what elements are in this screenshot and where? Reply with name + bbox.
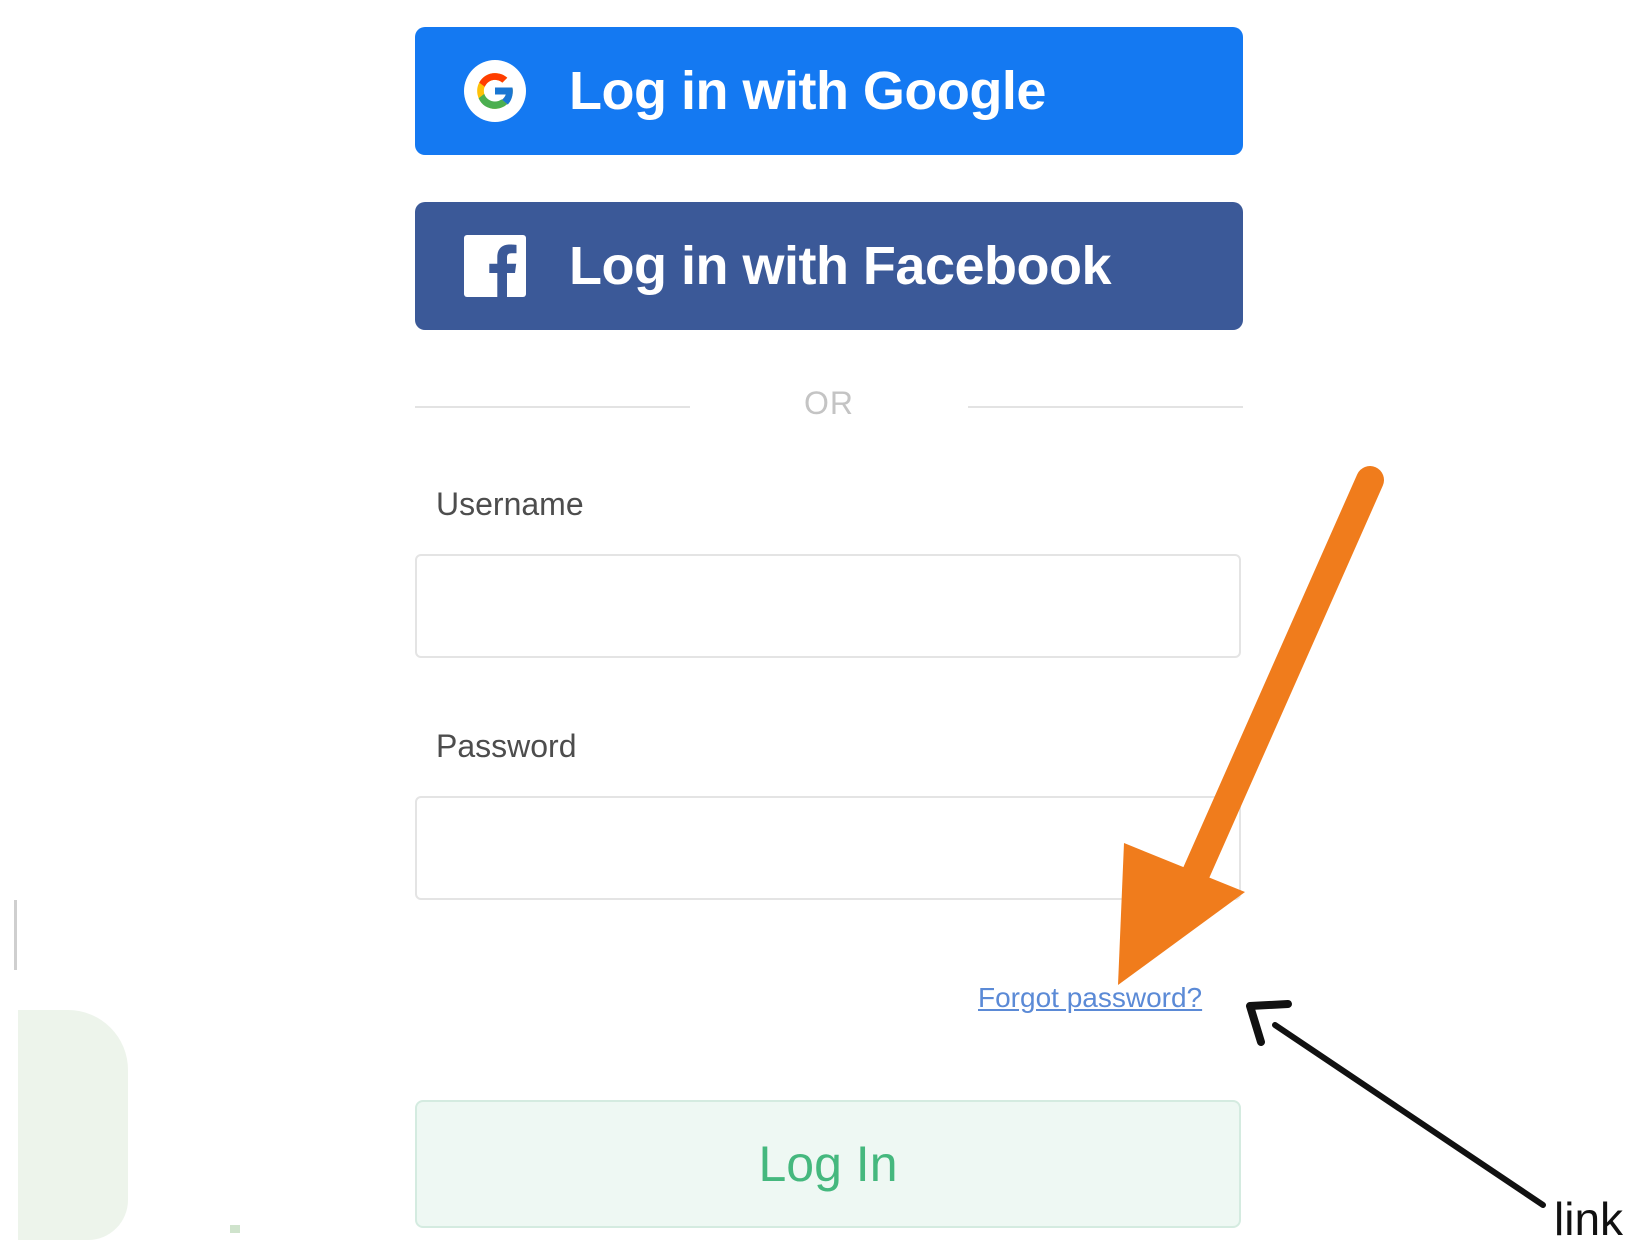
password-label: Password: [436, 728, 577, 764]
google-icon: [463, 59, 527, 123]
google-login-label: Log in with Google: [569, 61, 1046, 121]
arrow-icon: [1246, 1000, 1546, 1208]
username-input[interactable]: [415, 554, 1241, 658]
divider-line: [968, 406, 1243, 408]
google-login-button[interactable]: Log in with Google: [415, 27, 1243, 155]
password-input[interactable]: [415, 796, 1241, 900]
or-divider: OR: [415, 385, 1243, 425]
divider-text: OR: [804, 385, 854, 421]
login-button[interactable]: Log In: [415, 1100, 1241, 1228]
forgot-password-link[interactable]: Forgot password?: [978, 982, 1202, 1014]
username-label: Username: [436, 486, 584, 522]
background-decoration: [230, 1225, 240, 1233]
facebook-icon: [463, 234, 527, 298]
login-button-label: Log In: [758, 1136, 898, 1192]
facebook-login-button[interactable]: Log in with Facebook: [415, 202, 1243, 330]
background-leaf-shape: [18, 1010, 128, 1240]
background-decoration: [14, 900, 17, 970]
facebook-login-label: Log in with Facebook: [569, 236, 1112, 296]
annotation-label: link: [1554, 1193, 1624, 1243]
login-screen: Log in with Google Log in with Facebook …: [0, 0, 1641, 1243]
